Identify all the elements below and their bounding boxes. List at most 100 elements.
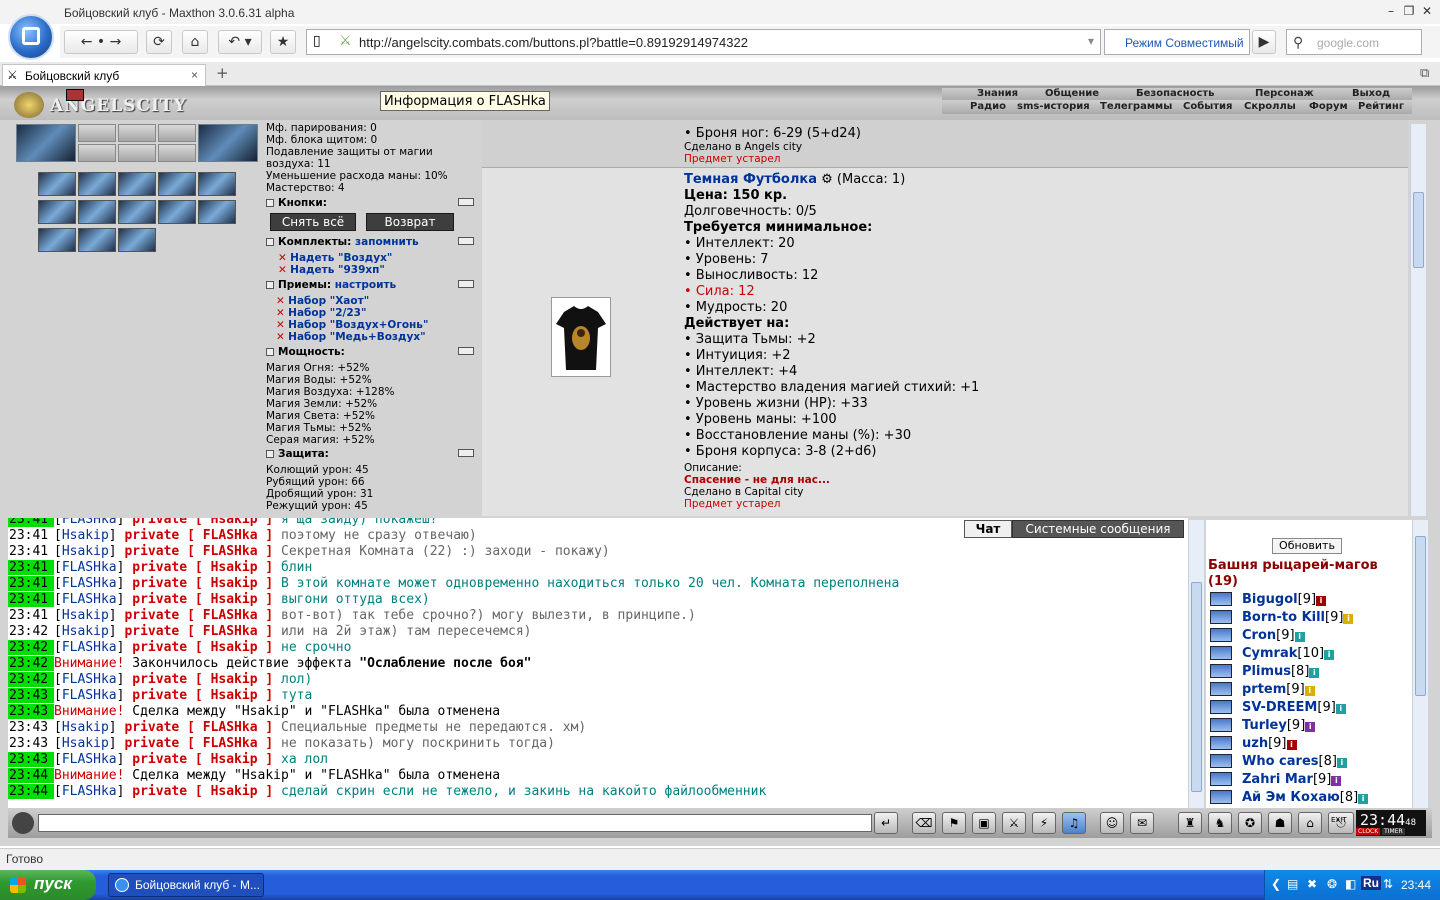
player-info-icon[interactable]: i: [1358, 794, 1369, 804]
player-list-item[interactable]: Born-to Kill[9] i: [1242, 610, 1354, 625]
tray-volume-icon[interactable]: ◧: [1345, 877, 1356, 891]
spell-slot-13[interactable]: [118, 228, 156, 252]
music-icon[interactable]: ♫: [1062, 812, 1086, 834]
private-message-icon[interactable]: [1210, 682, 1232, 696]
inventory-scrollbar[interactable]: [1410, 124, 1426, 516]
player-list-item[interactable]: Cron[9] i: [1242, 628, 1305, 643]
chat-private-tag[interactable]: private [ Hsakip ]: [132, 592, 273, 607]
player-info-icon[interactable]: i: [1304, 686, 1315, 696]
player-info-icon[interactable]: i: [1336, 758, 1347, 768]
chat-timestamp[interactable]: 23:44: [8, 768, 54, 783]
player-info-icon[interactable]: i: [1331, 776, 1342, 786]
maximize-icon[interactable]: ❐: [1402, 4, 1416, 18]
remove-all-button[interactable]: Снять всё: [270, 213, 356, 231]
tab-system-messages[interactable]: Системные сообщения: [1012, 520, 1184, 538]
close-window-icon[interactable]: ✕: [1420, 4, 1434, 18]
save-log-icon[interactable]: ▣: [972, 812, 996, 834]
equip-slot-ring-3[interactable]: [158, 124, 196, 142]
minimize-icon[interactable]: –: [1384, 4, 1398, 18]
inventory-icon[interactable]: ♞: [1208, 812, 1232, 834]
chat-timestamp[interactable]: 23:43: [8, 736, 54, 751]
search-input[interactable]: ⚲ google.com: [1286, 29, 1422, 55]
move-set-item[interactable]: ✕ Набор "2/23": [276, 307, 366, 319]
players-scrollbar[interactable]: [1412, 520, 1428, 808]
back-forward-button[interactable]: ← • →: [64, 30, 138, 54]
player-name[interactable]: uzh: [1242, 736, 1268, 751]
spell-slot-3[interactable]: [118, 172, 156, 196]
chat-private-tag[interactable]: private [ FLASHka ]: [124, 528, 273, 543]
smiley-icon[interactable]: ☺: [1100, 812, 1124, 834]
go-icon[interactable]: ▶: [1252, 30, 1276, 54]
chat-sender[interactable]: Hsakip: [62, 736, 109, 751]
private-message-icon[interactable]: [1210, 718, 1232, 732]
chat-timestamp[interactable]: 23:42: [8, 656, 54, 671]
menu-rating[interactable]: Рейтинг: [1358, 101, 1404, 112]
send-icon[interactable]: ↵: [874, 812, 898, 834]
private-message-icon[interactable]: [1210, 664, 1232, 678]
chat-timestamp[interactable]: 23:41: [8, 518, 54, 527]
player-name[interactable]: Who cares: [1242, 754, 1319, 769]
chat-sender[interactable]: Hsakip: [62, 544, 109, 559]
private-message-icon[interactable]: [1210, 700, 1232, 714]
undo-icon[interactable]: ↶ ▾: [218, 30, 262, 54]
refresh-button[interactable]: Обновить: [1272, 538, 1342, 554]
maxthon-logo[interactable]: [8, 14, 54, 60]
menu-obshchenie[interactable]: Общение: [1045, 88, 1099, 99]
eraser-icon[interactable]: ⌫: [912, 812, 936, 834]
chat-sender[interactable]: FLASHka: [62, 518, 117, 527]
chat-private-tag[interactable]: private [ Hsakip ]: [132, 640, 273, 655]
chat-private-tag[interactable]: private [ Hsakip ]: [132, 784, 273, 799]
spell-slot-1[interactable]: [38, 172, 76, 196]
chat-timestamp[interactable]: 23:41: [8, 528, 54, 543]
chat-timestamp[interactable]: 23:44: [8, 784, 54, 799]
chat-timestamp[interactable]: 23:42: [8, 624, 54, 639]
chat-sender[interactable]: FLASHka: [62, 688, 117, 703]
private-message-icon[interactable]: [1210, 790, 1232, 804]
equip-slot-ring-1[interactable]: [78, 124, 116, 142]
private-message-icon[interactable]: [1210, 772, 1232, 786]
fight-log-icon[interactable]: ⚡: [1032, 812, 1056, 834]
private-message-icon[interactable]: [1210, 592, 1232, 606]
player-list-item[interactable]: Ай Эм Кохаю[8] i: [1242, 790, 1369, 805]
private-message-icon[interactable]: [1210, 610, 1232, 624]
chat-private-tag[interactable]: private [ Hsakip ]: [132, 576, 273, 591]
menu-personazh[interactable]: Персонаж: [1255, 88, 1314, 99]
chat-sender[interactable]: FLASHka: [62, 560, 117, 575]
spell-slot-5[interactable]: [198, 172, 236, 196]
menu-radio[interactable]: Радио: [970, 101, 1006, 112]
tray-arrow-icon[interactable]: ❮: [1271, 877, 1281, 891]
tab-close-icon[interactable]: ×: [191, 68, 198, 82]
remember-link[interactable]: запомнить: [355, 236, 419, 248]
player-name[interactable]: Turley: [1242, 718, 1287, 733]
player-list-item[interactable]: Cymrak[10] i: [1242, 646, 1335, 661]
favorites-icon[interactable]: ★: [270, 30, 296, 54]
section-sets[interactable]: Комплекты: запомнить: [266, 236, 476, 248]
section-buttons[interactable]: Кнопки:: [266, 197, 476, 209]
chat-private-tag[interactable]: private [ Hsakip ]: [132, 518, 273, 527]
chat-timestamp[interactable]: 23:42: [8, 672, 54, 687]
item-name-link[interactable]: Темная Футболка: [684, 172, 817, 187]
equip-slot-ring-2[interactable]: [118, 124, 156, 142]
fight-icon[interactable]: ⚔: [1002, 812, 1026, 834]
chat-timestamp[interactable]: 23:41: [8, 576, 54, 591]
menu-scrolls[interactable]: Скроллы: [1244, 101, 1296, 112]
chat-timestamp[interactable]: 23:41: [8, 560, 54, 575]
menu-telegrams[interactable]: Телеграммы: [1100, 101, 1172, 112]
shop-icon[interactable]: ⌂: [1298, 812, 1322, 834]
chat-timestamp[interactable]: 23:43: [8, 688, 54, 703]
tab-chat[interactable]: Чат: [964, 520, 1012, 538]
set-item[interactable]: ✕ Надеть "939хп": [278, 264, 385, 276]
chat-sender[interactable]: Hsakip: [62, 720, 109, 735]
compat-mode-button[interactable]: Режим Совместимый: [1104, 29, 1250, 55]
player-list-item[interactable]: Bigugol[9] i: [1242, 592, 1327, 607]
taskbar-item-browser[interactable]: Бойцовский клуб - M...: [108, 873, 264, 897]
private-message-icon[interactable]: [1210, 754, 1232, 768]
chat-sender[interactable]: FLASHka: [62, 672, 117, 687]
menu-sms[interactable]: sms-история: [1017, 101, 1090, 112]
exit-button[interactable]: EXIT ⎋: [1328, 812, 1354, 834]
chat-private-tag[interactable]: private [ Hsakip ]: [132, 672, 273, 687]
chat-private-tag[interactable]: private [ Hsakip ]: [132, 560, 273, 575]
player-list-item[interactable]: Who cares[8] i: [1242, 754, 1347, 769]
player-list-item[interactable]: prtem[9] i: [1242, 682, 1315, 697]
spell-slot-2[interactable]: [78, 172, 116, 196]
